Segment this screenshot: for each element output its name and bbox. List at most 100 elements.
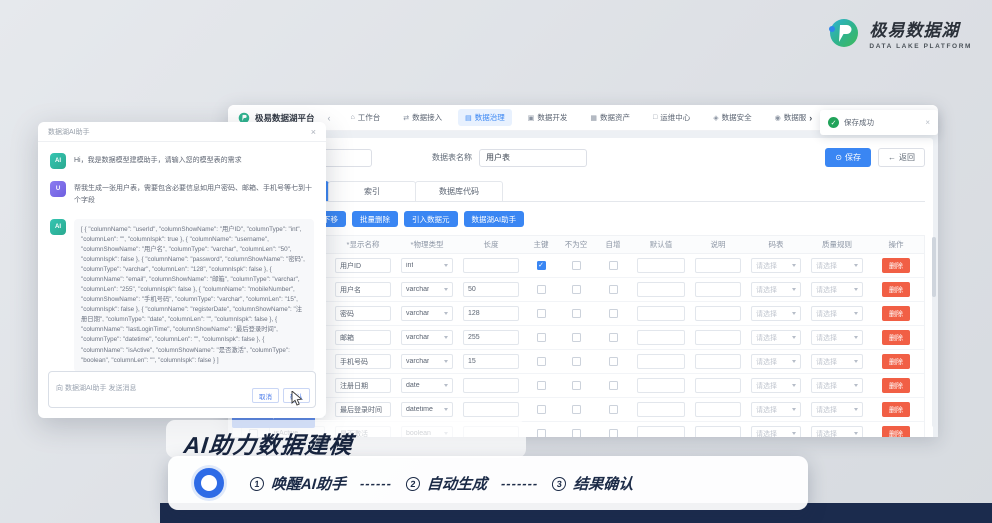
default-input[interactable]: [637, 354, 685, 369]
pk-checkbox[interactable]: [537, 285, 546, 294]
length-input[interactable]: [463, 354, 519, 369]
length-input[interactable]: [463, 306, 519, 321]
quality-rule-select[interactable]: 请选择: [811, 330, 863, 345]
length-input[interactable]: [463, 282, 519, 297]
desc-input[interactable]: [695, 306, 741, 321]
nav-item-data-security[interactable]: ◈ 数据安全: [706, 109, 758, 126]
display-name-input[interactable]: [335, 354, 391, 369]
autoinc-checkbox[interactable]: [609, 405, 618, 414]
notnull-checkbox[interactable]: [572, 357, 581, 366]
autoinc-checkbox[interactable]: [609, 429, 618, 437]
nav-item-data-governance[interactable]: ▤ 数据治理: [458, 109, 512, 126]
back-button[interactable]: ← 返回: [878, 148, 925, 167]
type-select[interactable]: varchar: [401, 330, 453, 345]
autoinc-checkbox[interactable]: [609, 357, 618, 366]
quality-rule-select[interactable]: 请选择: [811, 402, 863, 417]
nav-item-data-asset[interactable]: ▦ 数据资产: [583, 109, 637, 126]
codetable-select[interactable]: 请选择: [751, 330, 801, 345]
type-select[interactable]: datetime: [401, 402, 453, 417]
default-input[interactable]: [637, 282, 685, 297]
notnull-checkbox[interactable]: [572, 429, 581, 437]
desc-input[interactable]: [695, 330, 741, 345]
nav-more-icon[interactable]: ›: [809, 113, 812, 123]
notnull-checkbox[interactable]: [572, 333, 581, 342]
delete-row-button[interactable]: 删除: [882, 426, 910, 437]
default-input[interactable]: [637, 426, 685, 437]
codetable-select[interactable]: 请选择: [751, 282, 801, 297]
type-select[interactable]: varchar: [401, 306, 453, 321]
autoinc-checkbox[interactable]: [609, 285, 618, 294]
toast-close-icon[interactable]: ×: [925, 118, 930, 127]
pk-checkbox[interactable]: [537, 381, 546, 390]
autoinc-checkbox[interactable]: [609, 309, 618, 318]
quality-rule-select[interactable]: 请选择: [811, 426, 863, 437]
pk-checkbox[interactable]: [537, 261, 546, 270]
delete-row-button[interactable]: 删除: [882, 258, 910, 273]
desc-input[interactable]: [695, 426, 741, 437]
quality-rule-select[interactable]: 请选择: [811, 282, 863, 297]
vertical-scrollbar[interactable]: [932, 237, 936, 427]
codetable-select[interactable]: 请选择: [751, 306, 801, 321]
ai-message-input[interactable]: 向 数据湖AI助手 发送消息 取消 确认: [48, 371, 316, 408]
display-name-input[interactable]: [335, 402, 391, 417]
notnull-checkbox[interactable]: [572, 285, 581, 294]
codetable-select[interactable]: 请选择: [751, 354, 801, 369]
nav-item-data-service[interactable]: ◉ 数据服 ›: [768, 109, 820, 126]
default-input[interactable]: [637, 378, 685, 393]
delete-row-button[interactable]: 删除: [882, 282, 910, 297]
nav-item-data-develop[interactable]: ▣ 数据开发: [521, 109, 575, 126]
nav-collapse-icon[interactable]: ‹: [324, 113, 335, 123]
display-name-input[interactable]: [335, 378, 391, 393]
default-input[interactable]: [637, 330, 685, 345]
desc-input[interactable]: [695, 282, 741, 297]
pk-checkbox[interactable]: [537, 357, 546, 366]
pk-checkbox[interactable]: [537, 333, 546, 342]
delete-row-button[interactable]: 删除: [882, 354, 910, 369]
delete-row-button[interactable]: 删除: [882, 402, 910, 417]
quality-rule-select[interactable]: 请选择: [811, 258, 863, 273]
delete-row-button[interactable]: 删除: [882, 306, 910, 321]
type-select[interactable]: date: [401, 378, 453, 393]
notnull-checkbox[interactable]: [572, 261, 581, 270]
length-input[interactable]: [463, 330, 519, 345]
save-button[interactable]: ⊙ 保存: [825, 148, 871, 167]
default-input[interactable]: [637, 258, 685, 273]
pk-checkbox[interactable]: [537, 429, 546, 437]
nav-item-ops-center[interactable]: □ 运维中心: [646, 109, 697, 126]
desc-input[interactable]: [695, 402, 741, 417]
display-name-input[interactable]: [335, 258, 391, 273]
notnull-checkbox[interactable]: [572, 405, 581, 414]
display-name-input[interactable]: [335, 330, 391, 345]
delete-row-button[interactable]: 删除: [882, 378, 910, 393]
codetable-select[interactable]: 请选择: [751, 426, 801, 437]
codetable-select[interactable]: 请选择: [751, 258, 801, 273]
type-select[interactable]: int: [401, 258, 453, 273]
length-input[interactable]: [463, 402, 519, 417]
pk-checkbox[interactable]: [537, 405, 546, 414]
notnull-checkbox[interactable]: [572, 381, 581, 390]
desc-input[interactable]: [695, 354, 741, 369]
length-input[interactable]: [463, 378, 519, 393]
default-input[interactable]: [637, 306, 685, 321]
display-name-input[interactable]: [335, 282, 391, 297]
tab-database-code[interactable]: 数据库代码: [415, 181, 503, 201]
quality-rule-select[interactable]: 请选择: [811, 306, 863, 321]
ai-assistant-button[interactable]: 数据湖AI助手: [464, 211, 525, 227]
autoinc-checkbox[interactable]: [609, 381, 618, 390]
table-name-input[interactable]: [479, 149, 587, 167]
type-select[interactable]: varchar: [401, 282, 453, 297]
desc-input[interactable]: [695, 378, 741, 393]
autoinc-checkbox[interactable]: [609, 261, 618, 270]
nav-item-workbench[interactable]: ⌂ 工作台: [344, 109, 388, 126]
quality-rule-select[interactable]: 请选择: [811, 378, 863, 393]
display-name-input[interactable]: [335, 306, 391, 321]
ai-panel-close-icon[interactable]: ×: [311, 127, 316, 137]
desc-input[interactable]: [695, 258, 741, 273]
delete-row-button[interactable]: 删除: [882, 330, 910, 345]
scrollbar-thumb[interactable]: [932, 237, 936, 297]
nav-item-data-ingest[interactable]: ⇄ 数据接入: [396, 109, 449, 126]
import-data-element-button[interactable]: 引入数据元: [404, 211, 458, 227]
notnull-checkbox[interactable]: [572, 309, 581, 318]
quality-rule-select[interactable]: 请选择: [811, 354, 863, 369]
codetable-select[interactable]: 请选择: [751, 378, 801, 393]
